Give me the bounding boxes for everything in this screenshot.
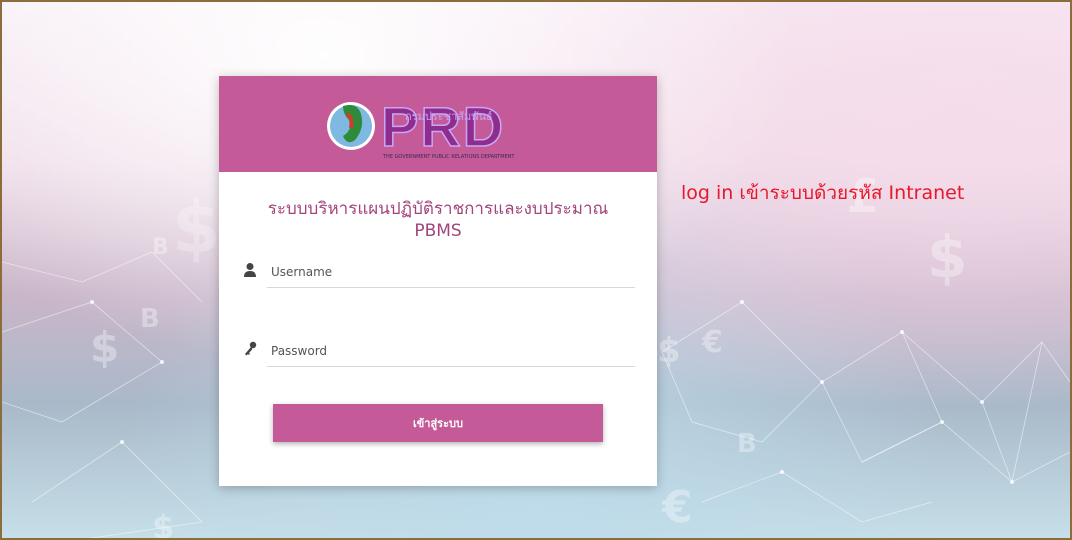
- svg-text:$: $: [172, 187, 221, 269]
- logo-subtitle: THE GOVERNMENT PUBLIC RELATIONS DEPARTME…: [382, 154, 515, 160]
- prd-logo: PRD กรมประชาสัมพันธ์ THE GOVERNMENT PUBL…: [327, 94, 515, 160]
- logo-text: PRD: [381, 95, 505, 158]
- user-icon: [244, 263, 256, 277]
- username-field: [243, 256, 635, 292]
- login-instruction-annotation: log in เข้าระบบด้วยรหัส Intranet: [681, 182, 965, 204]
- svg-text:€: €: [701, 325, 723, 360]
- svg-text:$: $: [152, 508, 174, 538]
- key-icon: [245, 341, 257, 356]
- system-title-line2: PBMS: [414, 221, 462, 241]
- svg-text:B: B: [152, 235, 169, 260]
- login-card: PRD กรมประชาสัมพันธ์ THE GOVERNMENT PUBL…: [219, 76, 657, 486]
- password-field: [243, 335, 635, 371]
- svg-text:$: $: [90, 323, 119, 372]
- svg-text:$: $: [657, 331, 681, 371]
- card-header: PRD กรมประชาสัมพันธ์ THE GOVERNMENT PUBL…: [219, 76, 657, 172]
- logo-thai-text: กรมประชาสัมพันธ์: [405, 110, 493, 123]
- username-input[interactable]: [267, 256, 635, 288]
- svg-text:B: B: [140, 304, 160, 334]
- login-button[interactable]: เข้าสู่ระบบ: [273, 404, 603, 442]
- system-title: ระบบบริหารแผนปฏิบัติราชการและงบประมาณ PB…: [219, 198, 657, 242]
- system-title-line1: ระบบบริหารแผนปฏิบัติราชการและงบประมาณ: [267, 199, 609, 219]
- password-input[interactable]: [267, 335, 635, 367]
- svg-text:€: €: [661, 482, 693, 533]
- svg-text:$: $: [927, 223, 967, 291]
- page-frame: $ $ $ € £ B B € $ B $ PRD กรมประชาสัมพัน…: [0, 0, 1072, 540]
- svg-text:B: B: [737, 429, 757, 459]
